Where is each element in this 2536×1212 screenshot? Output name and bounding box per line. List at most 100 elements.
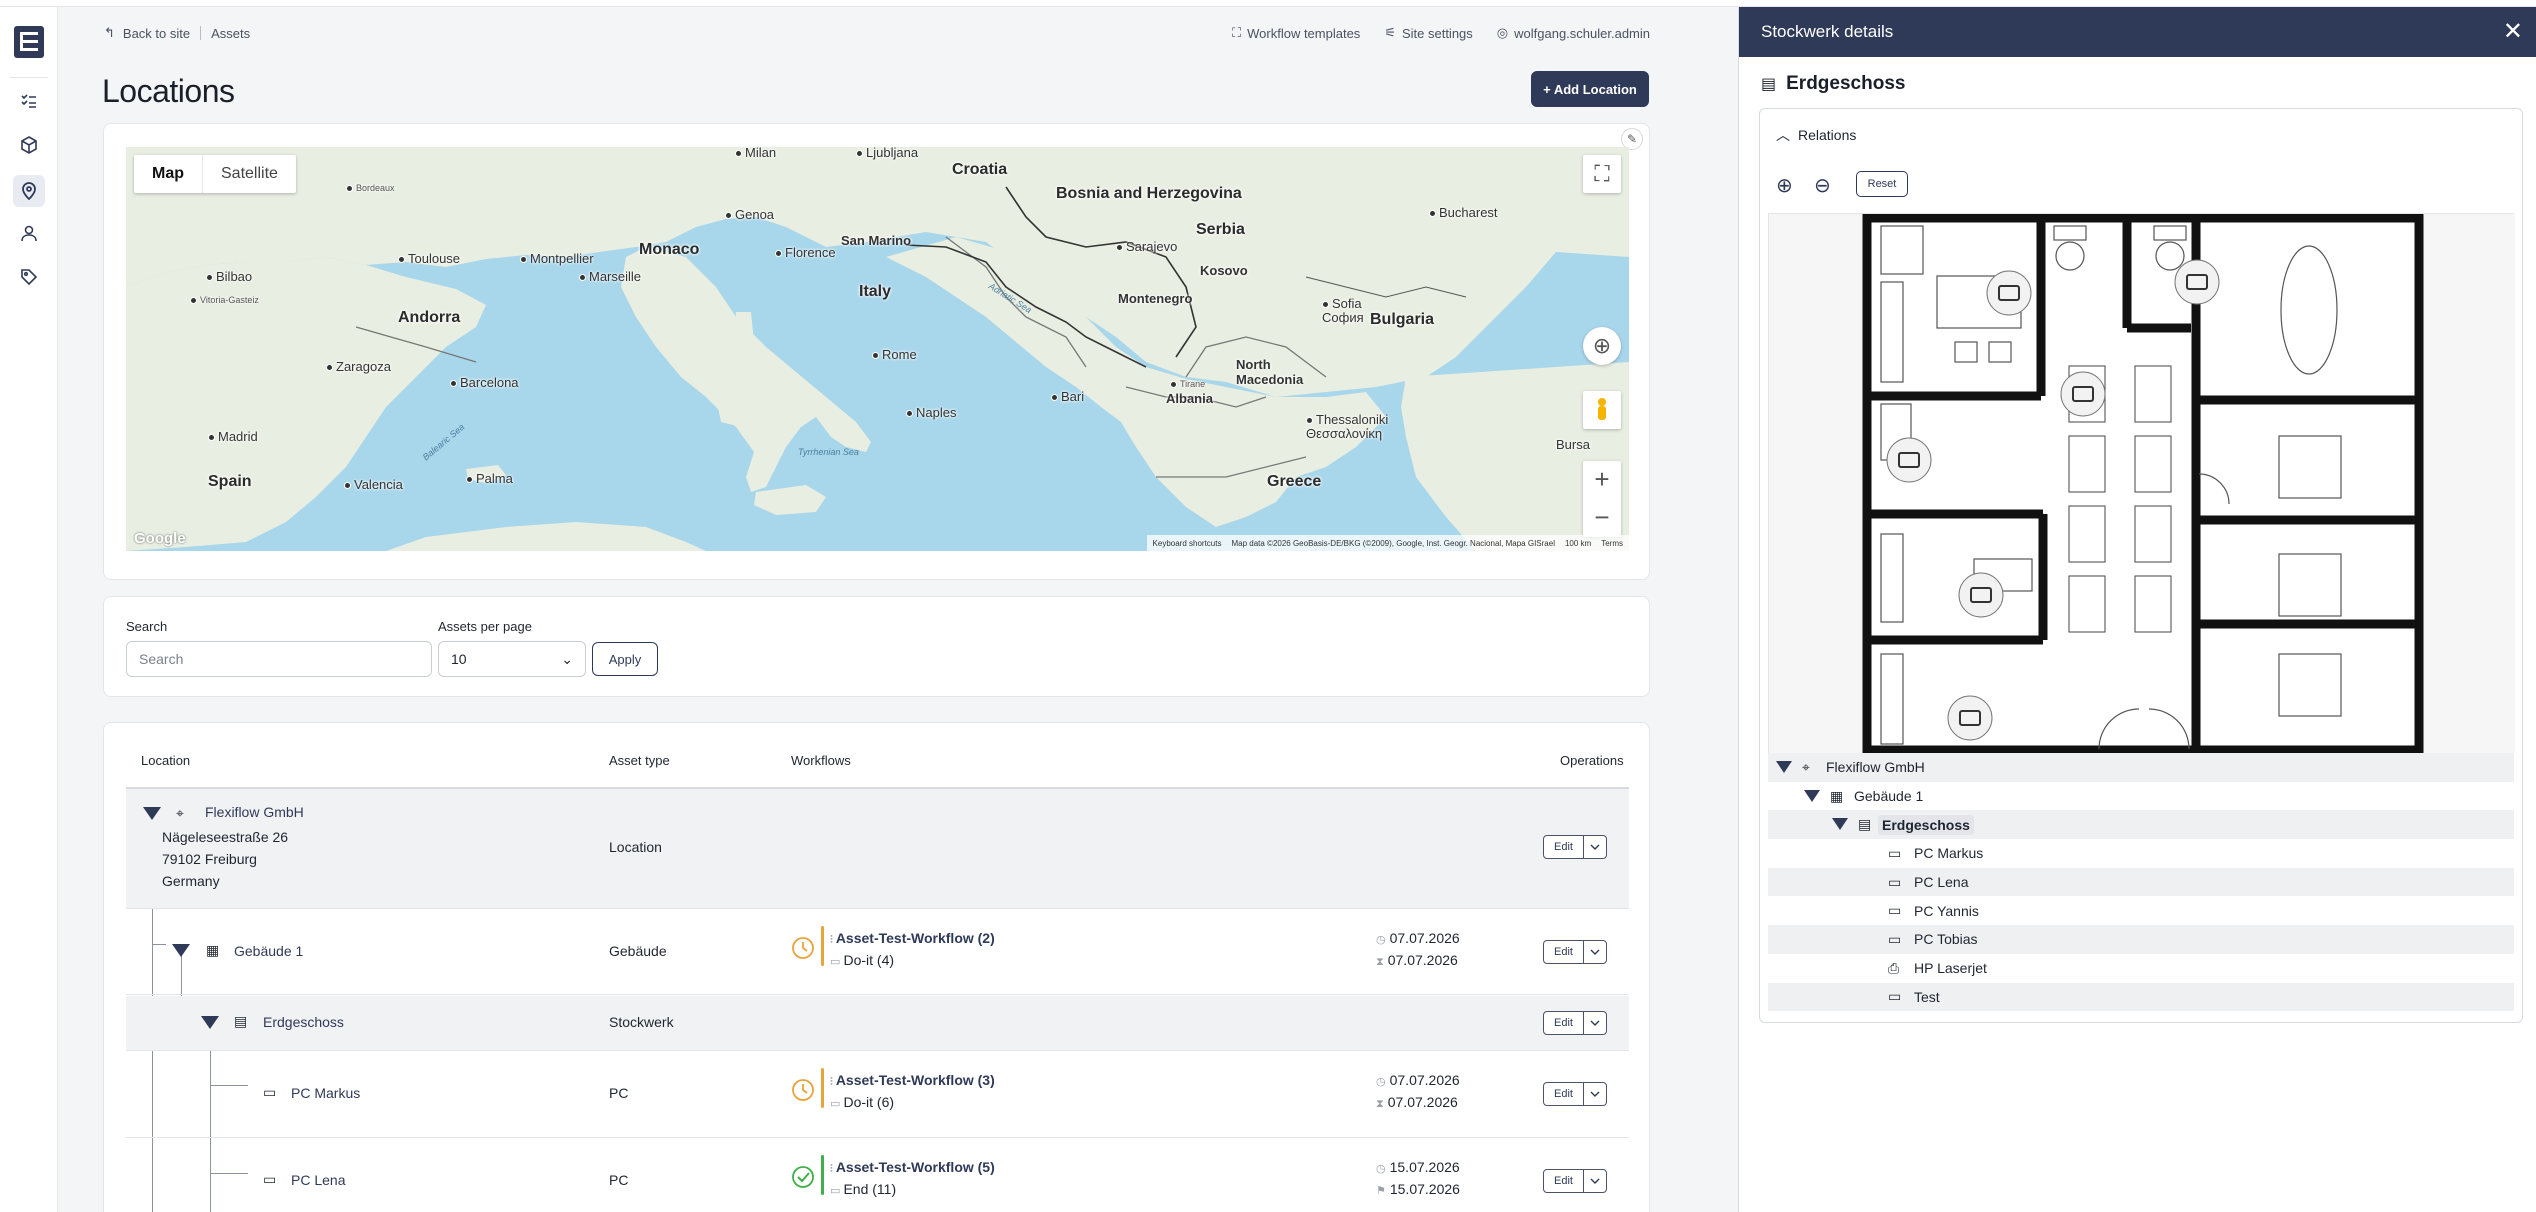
workflow-templates-label: Workflow templates [1247, 25, 1361, 41]
floor-plan[interactable] [1768, 213, 2515, 755]
edit-split-button[interactable]: Edit [1543, 835, 1607, 859]
edit-button[interactable]: Edit [1544, 836, 1584, 858]
keyboard-shortcuts-link[interactable]: Keyboard shortcuts [1153, 539, 1222, 548]
user-menu[interactable]: ◎ wolfgang.schuler.admin [1497, 25, 1650, 41]
users-icon[interactable] [17, 221, 41, 245]
collapse-triangle-icon[interactable] [1832, 818, 1848, 831]
workflow-title-link[interactable]: ⫶ Asset-Test-Workflow (5) [830, 1157, 995, 1179]
tree-node-label: HP Laserjet [1914, 960, 1987, 977]
location-name[interactable]: Erdgeschoss [263, 1014, 344, 1030]
user-circle-icon: ◎ [1496, 25, 1509, 40]
breadcrumb: ↰ Back to site Assets [104, 25, 250, 41]
apply-button[interactable]: Apply [592, 642, 658, 676]
asset-type: PC [609, 1085, 629, 1101]
edit-split-button[interactable]: Edit [1543, 1082, 1607, 1106]
map-view[interactable]: Map Satellite ⛶ ⊕ + − Croatia Bosnia and… [126, 147, 1629, 551]
tree-node-label: Gebäude 1 [1854, 788, 1924, 805]
back-to-site-link[interactable]: Back to site [123, 26, 190, 41]
tree-node[interactable]: ⎙ HP Laserjet [1768, 954, 2514, 983]
workflow-title-link[interactable]: ⫶ Asset-Test-Workflow (2) [830, 928, 995, 950]
chevron-down-icon[interactable] [1584, 941, 1606, 963]
tree-node-label-selected: Erdgeschoss [1878, 814, 1974, 835]
workflow-title-link[interactable]: ⫶ Asset-Test-Workflow (3) [830, 1070, 995, 1092]
tree-node[interactable]: ▭ PC Tobias [1768, 925, 2514, 954]
reset-button[interactable]: Reset [1856, 171, 1908, 197]
map-country-label: Montenegro [1118, 291, 1193, 306]
tags-icon[interactable] [17, 265, 41, 289]
workflow-templates-link[interactable]: ⛶ Workflow templates [1232, 25, 1360, 41]
map-city-label: Bucharest [1429, 205, 1498, 220]
rotate-camera-icon[interactable]: ⊕ [1583, 327, 1621, 365]
col-header-workflows: Workflows [791, 753, 851, 768]
chevron-down-icon[interactable] [1584, 836, 1606, 858]
location-name[interactable]: Gebäude 1 [234, 943, 303, 959]
table-row[interactable]: ▤ Erdgeschoss Stockwerk Edit [126, 996, 1629, 1051]
relations-toggle[interactable]: ︿ Relations [1776, 125, 1856, 145]
edit-button[interactable]: Edit [1544, 941, 1584, 963]
map-toggle-map[interactable]: Map [134, 155, 203, 193]
per-page-select[interactable]: 10 ⌄ [438, 641, 586, 677]
tree-node[interactable]: ⌖ Flexiflow GmbH [1768, 753, 2514, 782]
map-country-label: Bosnia and Herzegovina [1056, 185, 1242, 202]
assets-cube-icon[interactable] [17, 133, 41, 157]
chevron-down-icon[interactable] [1584, 1012, 1606, 1034]
tree-node[interactable]: ▦ Gebäude 1 [1768, 782, 2514, 811]
add-location-button[interactable]: + Add Location [1531, 71, 1649, 107]
tree-node[interactable]: ▭ PC Lena [1768, 867, 2514, 897]
tree-node[interactable]: ▤ Erdgeschoss [1768, 810, 2514, 840]
edit-button[interactable]: Edit [1544, 1083, 1584, 1105]
edit-button[interactable]: Edit [1544, 1170, 1584, 1192]
edit-split-button[interactable]: Edit [1543, 1011, 1607, 1035]
breadcrumb-current: Assets [211, 25, 251, 41]
col-header-location: Location [141, 753, 191, 768]
edit-split-button[interactable]: Edit [1543, 1169, 1607, 1193]
tree-node[interactable]: ▭ Test [1768, 982, 2514, 1012]
map-attribution: Keyboard shortcuts Map data ©2026 GeoBas… [1146, 535, 1629, 551]
table-row[interactable]: ⌖ Flexiflow GmbH Nägeleseestraße 26 7910… [126, 789, 1629, 909]
map-city-label: Naples [906, 405, 956, 420]
expand-triangle-icon[interactable] [201, 1016, 219, 1029]
zoom-out-icon[interactable]: ⊖ [1814, 173, 1831, 198]
street-view-pegman-icon[interactable] [1583, 391, 1621, 429]
floor-plan-drawing [1769, 213, 2515, 755]
close-icon[interactable]: ✕ [2503, 17, 2523, 46]
back-arrow-icon[interactable]: ↰ [104, 25, 115, 41]
workflow-state: ▭ End (11) [830, 1181, 897, 1197]
collapse-triangle-icon[interactable] [1776, 761, 1792, 773]
fullscreen-icon[interactable]: ⛶ [1583, 155, 1621, 193]
tasks-icon[interactable] [17, 89, 41, 113]
zoom-in-icon[interactable]: ⊕ [1776, 173, 1793, 198]
edit-button[interactable]: Edit [1544, 1012, 1584, 1034]
table-row[interactable]: ▦ Gebäude 1 Gebäude ⫶ Asset-Test-Workflo… [126, 910, 1629, 995]
tree-node[interactable]: ▭ PC Markus [1768, 839, 2514, 868]
search-input[interactable]: Search [126, 641, 432, 677]
site-settings-link[interactable]: ⚟ Site settings [1384, 25, 1472, 41]
locations-pin-icon[interactable] [13, 175, 45, 207]
top-border [0, 0, 2536, 7]
location-name[interactable]: Flexiflow GmbH [205, 804, 304, 820]
terms-link[interactable]: Terms [1601, 539, 1623, 548]
asset-type: Location [609, 839, 662, 855]
table-row[interactable]: ▭ PC Markus PC ⫶ Asset-Test-Workflow (3)… [126, 1052, 1629, 1138]
chevron-down-icon[interactable] [1584, 1170, 1606, 1192]
collapse-triangle-icon[interactable] [1804, 789, 1820, 802]
map-toggle-satellite[interactable]: Satellite [203, 155, 296, 193]
pc-icon: ▭ [1888, 902, 1902, 919]
map-city-label: Zaragoza [326, 359, 391, 374]
chevron-down-icon[interactable] [1584, 1083, 1606, 1105]
clock-pending-icon [792, 937, 814, 959]
expand-triangle-icon[interactable] [143, 807, 161, 820]
address-line: 79102 Freiburg [162, 851, 257, 867]
map-zoom-in-button[interactable]: + [1583, 461, 1621, 499]
map-zoom-out-button[interactable]: − [1583, 499, 1621, 537]
location-name[interactable]: PC Markus [291, 1085, 360, 1101]
tree-node[interactable]: ▭ PC Yannis [1768, 896, 2514, 925]
panel-title: Stockwerk details [1761, 22, 1894, 41]
top-links: ⛶ Workflow templates ⚟ Site settings ◎ wolf… [1232, 25, 1650, 41]
map-city-label: Sofia София [1322, 296, 1364, 325]
edit-split-button[interactable]: Edit [1543, 940, 1607, 964]
app-logo-icon[interactable] [13, 25, 45, 59]
table-row[interactable]: ▭ PC Lena PC ⫶ Asset-Test-Workflow (5) ▭… [126, 1139, 1629, 1212]
location-name[interactable]: PC Lena [291, 1172, 345, 1188]
expand-triangle-icon[interactable] [172, 944, 190, 957]
